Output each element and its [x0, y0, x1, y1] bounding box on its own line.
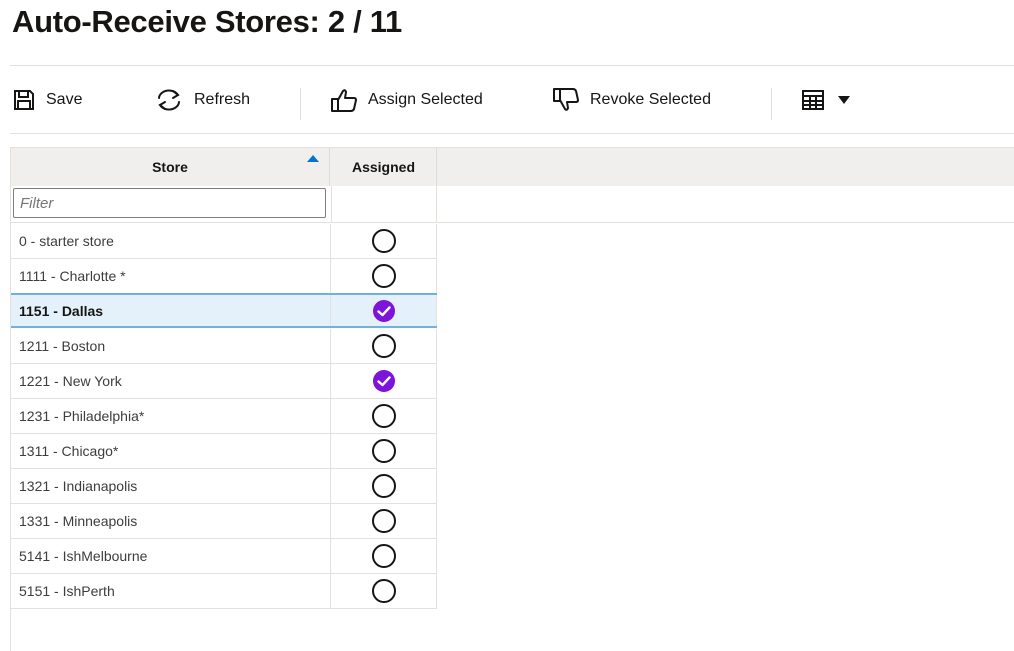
table-row[interactable]: 1211 - Boston [11, 329, 437, 364]
assigned-cell [331, 574, 437, 608]
table-row[interactable]: 5141 - IshMelbourne [11, 539, 437, 574]
store-cell: 1321 - Indianapolis [11, 469, 331, 503]
table-row[interactable]: 1231 - Philadelphia* [11, 399, 437, 434]
unassigned-circle-icon[interactable] [371, 229, 396, 253]
assigned-check-icon[interactable] [372, 369, 396, 393]
toolbar-separator [771, 88, 772, 120]
unassigned-circle-icon[interactable] [371, 579, 396, 603]
caret-down-icon [838, 96, 850, 104]
assigned-filter-cell [331, 186, 437, 222]
toolbar-separator [300, 88, 301, 120]
toolbar-top-divider [10, 65, 1014, 66]
table-row[interactable]: 1111 - Charlotte * [11, 259, 437, 294]
page-title: Auto-Receive Stores: 2 / 11 [12, 4, 402, 39]
unassigned-circle-icon[interactable] [371, 264, 396, 288]
refresh-label: Refresh [194, 91, 251, 108]
toolbar-bottom-divider [10, 133, 1014, 134]
assigned-cell [331, 364, 437, 398]
store-filter-input[interactable] [13, 188, 326, 218]
table-row[interactable]: 1311 - Chicago* [11, 434, 437, 469]
table-row[interactable]: 0 - starter store [11, 224, 437, 259]
store-cell: 1331 - Minneapolis [11, 504, 331, 538]
store-cell: 5141 - IshMelbourne [11, 539, 331, 573]
table-row[interactable]: 1321 - Indianapolis [11, 469, 437, 504]
save-button[interactable]: Save [12, 80, 82, 120]
refresh-button[interactable]: Refresh [154, 80, 250, 120]
filter-row [11, 186, 1014, 223]
save-icon [12, 88, 36, 112]
table-view-icon [802, 90, 824, 110]
table-row[interactable]: 1331 - Minneapolis [11, 504, 437, 539]
assigned-cell [331, 224, 437, 258]
store-cell: 0 - starter store [11, 224, 331, 258]
sort-ascending-icon [307, 155, 319, 162]
assign-selected-label: Assign Selected [368, 91, 483, 108]
assigned-cell [331, 259, 437, 293]
store-cell: 1111 - Charlotte * [11, 259, 331, 293]
toolbar: Save Refresh Assign Selected Revoke Sele… [12, 80, 1014, 120]
assign-selected-button[interactable]: Assign Selected [330, 80, 483, 120]
store-cell: 1151 - Dallas [11, 295, 331, 326]
store-cell: 1221 - New York [11, 364, 331, 398]
save-label: Save [46, 91, 83, 108]
store-cell: 5151 - IshPerth [11, 574, 331, 608]
refresh-icon [154, 87, 184, 113]
assigned-cell [331, 434, 437, 468]
column-header-store-label: Store [152, 159, 188, 175]
revoke-selected-label: Revoke Selected [590, 91, 711, 108]
unassigned-circle-icon[interactable] [371, 509, 396, 533]
thumbs-up-icon [330, 87, 358, 113]
unassigned-circle-icon[interactable] [371, 439, 396, 463]
table-row[interactable]: 1221 - New York [11, 364, 437, 399]
table-row[interactable]: 1151 - Dallas [11, 293, 437, 328]
unassigned-circle-icon[interactable] [371, 334, 396, 358]
store-cell: 1211 - Boston [11, 329, 331, 363]
assigned-cell [331, 295, 437, 326]
assigned-cell [331, 469, 437, 503]
column-header-store[interactable]: Store [11, 148, 330, 186]
store-cell: 1311 - Chicago* [11, 434, 331, 468]
unassigned-circle-icon[interactable] [371, 544, 396, 568]
grid-header: Store Assigned [11, 148, 1014, 186]
store-cell: 1231 - Philadelphia* [11, 399, 331, 433]
assigned-cell [331, 399, 437, 433]
revoke-selected-button[interactable]: Revoke Selected [552, 80, 711, 120]
unassigned-circle-icon[interactable] [371, 474, 396, 498]
assigned-cell [331, 329, 437, 363]
assigned-check-icon[interactable] [372, 299, 396, 323]
table-row[interactable]: 5151 - IshPerth [11, 574, 437, 609]
column-header-assigned-label: Assigned [351, 159, 415, 175]
unassigned-circle-icon[interactable] [371, 404, 396, 428]
stores-grid: Store Assigned 0 - starter store1111 - C… [10, 147, 1014, 651]
assigned-cell [331, 539, 437, 573]
thumbs-down-icon [552, 87, 580, 113]
view-menu-button[interactable] [802, 80, 850, 120]
assigned-cell [331, 504, 437, 538]
column-header-assigned[interactable]: Assigned [331, 148, 437, 186]
